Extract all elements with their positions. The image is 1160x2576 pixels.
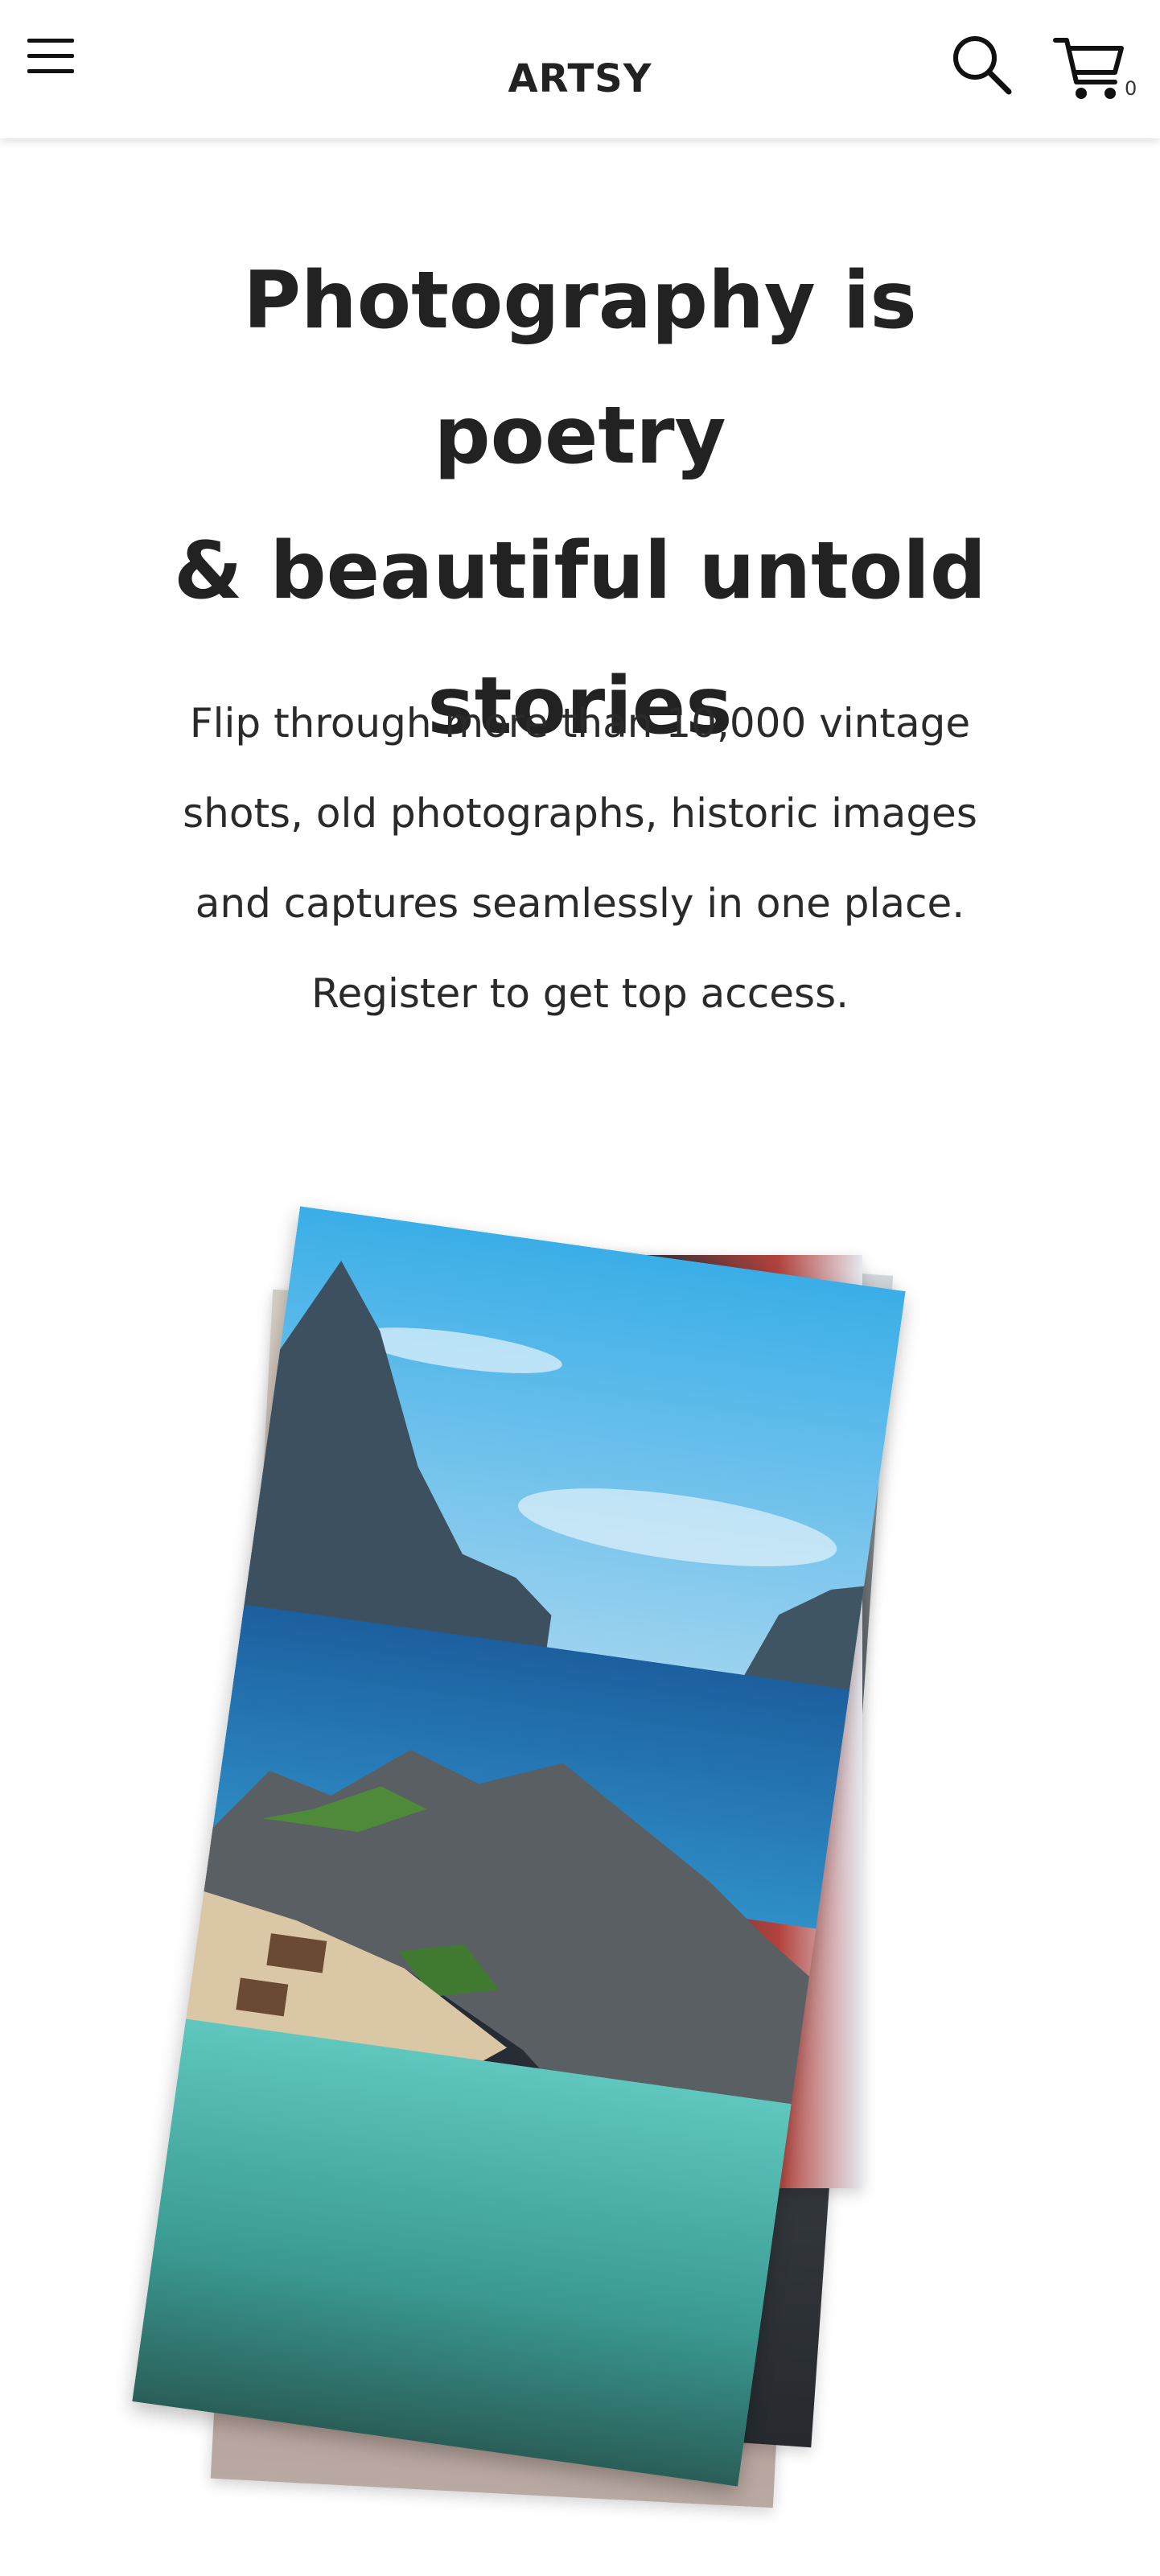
hero-subtitle-line: and captures seamlessly in one place. [195,880,965,927]
hero-subtitle: Flip through more than 10,000 vintage sh… [154,678,1006,1039]
photo-card-back [299,1255,862,2188]
cart-count-badge: 0 [1125,77,1137,100]
menu-bar-line [27,39,74,43]
hero-subtitle-line: Register to get top access. [311,970,849,1017]
photo-card-front [132,1206,906,2487]
photo-mountain [241,1261,552,1664]
hero-title-line: Photography is poetry [243,255,917,482]
photo-sky [241,1206,906,1706]
hero-subtitle-line: Flip through more than 10,000 vintage [189,700,971,747]
search-button[interactable] [949,32,1014,97]
hero-title-line: & beautiful untold [173,525,987,617]
photo-beach [186,1891,508,2087]
photo-rocky-ridge [204,1750,809,2248]
hero-subtitle-line: shots, old photographs, historic images [183,790,977,837]
search-icon [953,36,1012,95]
photo-card-back [210,1289,836,2508]
photo-card-back [257,1237,894,2448]
shopping-cart-icon [1053,38,1124,99]
photo-sea [210,1604,850,1929]
photo-lagoon [132,2018,792,2487]
top-nav-bar: ARTSY 0 [0,0,1160,138]
